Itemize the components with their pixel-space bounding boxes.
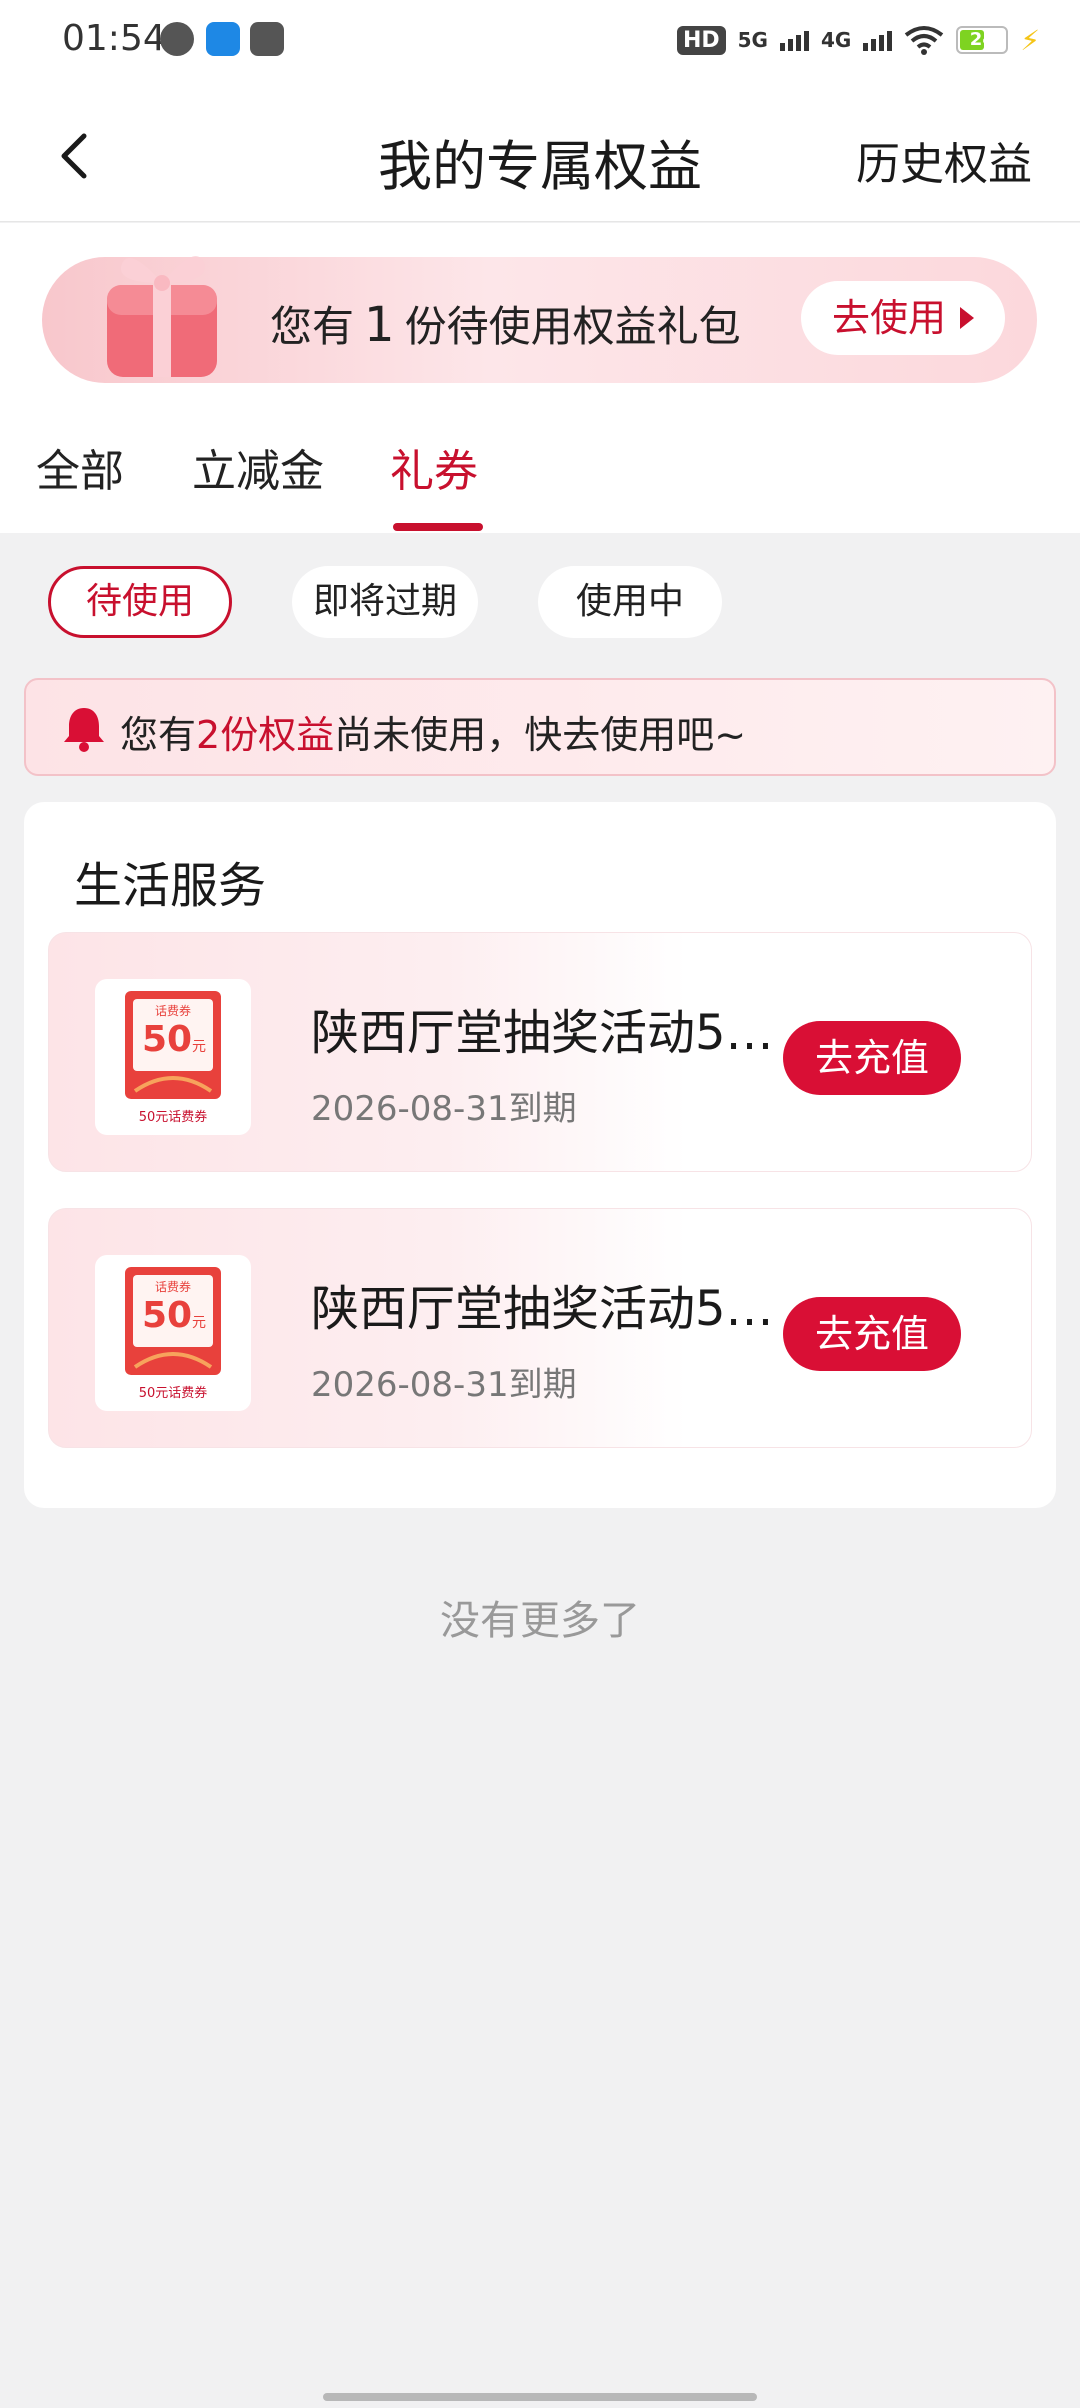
wifi-icon [905,26,944,55]
nav-bar: 我的专属权益 历史权益 [0,84,1080,222]
network-4g-label: 4G [820,28,852,52]
status-time: 01:54 [62,18,166,59]
status-indicators: HD 5G 4G 24 ⚡ [676,20,1040,60]
recharge-button[interactable]: 去充值 [783,1021,961,1095]
coupon-thumbnail-icon: 话费券 50 元 50元话费券 [125,991,221,1125]
end-of-list-text: 没有更多了 [440,1598,640,1644]
hd-badge: HD [676,25,726,55]
notice-highlight: 2份权益 [196,713,335,757]
coupon-image-caption: 50元话费券 [139,1385,208,1401]
recharge-button[interactable]: 去充值 [783,1297,961,1371]
filter-in-use[interactable]: 使用中 [538,566,722,638]
message-icon [160,22,194,56]
filter-expiring[interactable]: 即将过期 [292,566,478,638]
gift-box-icon [107,256,217,377]
banner-count: 1 [364,297,395,353]
tab-vouchers[interactable]: 礼券 [390,435,478,499]
signal-icon [779,29,809,51]
phone-bill-coupon-image: 话费券 50 元 50元话费券 [95,979,251,1135]
phone-bill-coupon-image: 话费券 50 元 50元话费券 [95,1255,251,1411]
network-5g-label: 5G [737,28,768,52]
coupon-image-top: 话费券 [155,1279,191,1294]
tab-discount[interactable]: 立减金 [192,435,324,499]
section-title: 生活服务 [74,858,267,914]
battery-level: 24 [969,29,995,50]
coupon-expiry: 2026-08-31到期 [311,1089,577,1129]
coupon-item: 话费券 50 元 50元话费券 陕西厅堂抽奖活动5… 2026-08-31到期 … [48,1208,1032,1448]
banner-text: 您有 1 份待使用权益礼包 [270,293,741,354]
caret-right-icon [960,307,974,329]
battery-icon: 24 [956,26,1009,54]
coupon-title: 陕西厅堂抽奖活动5… [311,1005,771,1061]
life-services-card: 生活服务 话费券 50 元 50元话费券 陕西厅堂抽奖活动5… 2026-08-… [24,802,1056,1508]
active-tab-indicator [393,523,483,531]
coupon-image-unit: 元 [192,1315,206,1331]
category-tabs: 全部 立减金 礼券 [0,423,1080,533]
go-use-label: 去使用 [831,296,946,340]
notice-prefix: 您有 [120,713,197,757]
coupon-image-amount: 50 [142,1019,192,1060]
bell-icon [64,708,104,752]
coupon-thumbnail-icon: 话费券 50 元 50元话费券 [125,1267,221,1401]
coupon-image-top: 话费券 [155,1003,191,1018]
coupon-expiry: 2026-08-31到期 [311,1365,577,1405]
filter-pending[interactable]: 待使用 [48,566,232,638]
status-bar: 01:54 HD 5G 4G 24 ⚡ [0,0,1080,84]
signal-icon [863,29,893,51]
pending-gift-banner[interactable]: 您有 1 份待使用权益礼包 去使用 [42,256,1037,383]
history-benefits-link[interactable]: 历史权益 [856,128,1032,192]
top-section: 您有 1 份待使用权益礼包 去使用 全部 立减金 礼券 [0,223,1080,533]
tab-all[interactable]: 全部 [36,435,124,499]
coupon-image-caption: 50元话费券 [139,1109,208,1125]
banner-prefix: 您有 [270,302,355,351]
home-indicator[interactable] [323,2393,757,2401]
banner-suffix: 份待使用权益礼包 [404,302,741,351]
unused-benefits-notice: 您有2份权益尚未使用，快去使用吧~ [24,678,1056,776]
sms-icon [250,22,284,56]
app-icon [206,22,240,56]
coupon-title: 陕西厅堂抽奖活动5… [311,1281,771,1337]
notice-text: 您有2份权益尚未使用，快去使用吧~ [120,704,746,759]
coupon-image-amount: 50 [142,1295,192,1336]
charging-icon: ⚡ [1020,23,1040,57]
go-use-button[interactable]: 去使用 [801,281,1005,355]
coupon-item: 话费券 50 元 50元话费券 陕西厅堂抽奖活动5… 2026-08-31到期 … [48,932,1032,1172]
notice-suffix: 尚未使用，快去使用吧~ [334,713,747,757]
coupon-image-unit: 元 [192,1039,206,1055]
status-filter: 待使用 即将过期 使用中 [0,566,1080,640]
